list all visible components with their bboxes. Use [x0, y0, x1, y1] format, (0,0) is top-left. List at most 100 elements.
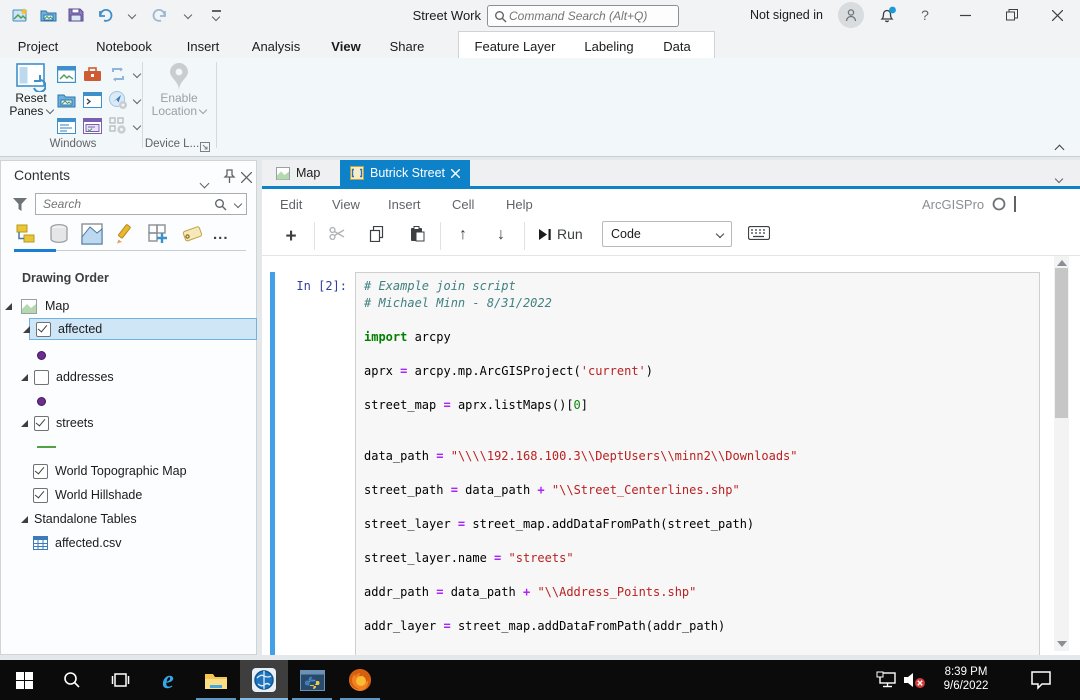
- move-cell-up-button[interactable]: ↑: [450, 226, 476, 244]
- ribbon-tab-view[interactable]: View: [326, 34, 366, 61]
- menu-cell[interactable]: Cell: [452, 197, 474, 212]
- expander-icon[interactable]: [23, 326, 30, 333]
- command-search-input[interactable]: [507, 8, 661, 24]
- pin-icon[interactable]: [223, 169, 236, 189]
- menu-edit[interactable]: Edit: [280, 197, 302, 212]
- tree-row-affected-csv[interactable]: affected.csv: [33, 533, 253, 553]
- firefox-button[interactable]: [336, 660, 384, 700]
- tab-list-chevron-icon[interactable]: [1056, 169, 1062, 187]
- contents-search-input[interactable]: [41, 196, 214, 212]
- cut-cell-button[interactable]: [324, 226, 350, 241]
- view-data-source-icon[interactable]: [48, 223, 70, 245]
- keyboard-shortcuts-button[interactable]: [744, 226, 774, 240]
- scroll-down-arrow[interactable]: [1057, 641, 1067, 647]
- close-pane-icon[interactable]: [241, 170, 252, 188]
- expander-icon[interactable]: [21, 420, 28, 427]
- search-options-icon[interactable]: [234, 200, 242, 208]
- undo-dropdown-icon[interactable]: [120, 4, 144, 26]
- tree-row-streets-symbol[interactable]: [37, 437, 56, 457]
- affected-visibility-checkbox[interactable]: [36, 322, 51, 337]
- reset-panes-button[interactable]: ResetPanes: [6, 62, 56, 118]
- streets-visibility-checkbox[interactable]: [34, 416, 49, 431]
- signin-status[interactable]: Not signed in: [750, 8, 823, 22]
- contents-pane-window-icon[interactable]: [56, 64, 76, 84]
- view-snapping-icon[interactable]: [147, 223, 169, 245]
- clock[interactable]: 8:39 PM 9/6/2022: [930, 665, 1002, 693]
- close-button[interactable]: [1040, 1, 1074, 29]
- tree-row-streets[interactable]: streets: [21, 413, 251, 433]
- redo-button[interactable]: [148, 4, 172, 26]
- expander-icon[interactable]: [21, 516, 28, 523]
- link-views-icon[interactable]: [108, 64, 128, 84]
- arcgis-pro-button[interactable]: [240, 660, 288, 700]
- contents-search-box[interactable]: [35, 193, 247, 215]
- close-tab-icon[interactable]: [451, 169, 460, 178]
- geoprocessing-toolbox-icon[interactable]: [82, 64, 102, 84]
- add-cell-button[interactable]: +: [278, 226, 304, 248]
- action-center-button[interactable]: [1030, 670, 1052, 695]
- dialog-launcher-icon[interactable]: [200, 139, 210, 157]
- scroll-up-arrow[interactable]: [1057, 260, 1067, 266]
- tree-row-addresses-symbol[interactable]: [37, 391, 46, 411]
- enable-location-button[interactable]: EnableLocation: [148, 62, 210, 118]
- restore-button[interactable]: [995, 1, 1029, 29]
- start-button[interactable]: [0, 660, 48, 700]
- ribbon-tab-share[interactable]: Share: [386, 34, 428, 58]
- cell-type-select[interactable]: Code: [602, 221, 732, 247]
- code-input[interactable]: # Example join script# Michael Minn - 8/…: [355, 272, 1040, 655]
- menu-help[interactable]: Help: [506, 197, 533, 212]
- tasks-icon[interactable]: [108, 90, 128, 110]
- file-explorer-button[interactable]: [192, 660, 240, 700]
- tab-map[interactable]: Map: [266, 160, 330, 186]
- vertical-scrollbar[interactable]: [1054, 256, 1069, 651]
- tree-row-map[interactable]: Map: [5, 296, 255, 316]
- ribbon-tab-analysis[interactable]: Analysis: [248, 34, 304, 58]
- expander-icon[interactable]: [5, 303, 12, 310]
- tree-row-standalone-tables[interactable]: Standalone Tables: [21, 509, 251, 529]
- dropdown-icon[interactable]: [133, 96, 141, 104]
- scrollbar-thumb[interactable]: [1055, 268, 1068, 418]
- layouts-icon[interactable]: [108, 116, 128, 136]
- ribbon-tab-notebook[interactable]: Notebook: [90, 34, 158, 58]
- more-views-button[interactable]: ...: [213, 226, 229, 243]
- view-selection-icon[interactable]: [81, 223, 103, 245]
- ribbon-tab-insert[interactable]: Insert: [180, 34, 226, 58]
- ribbon-tab-labeling[interactable]: Labeling: [581, 34, 637, 58]
- paste-cells-button[interactable]: [404, 226, 430, 242]
- taskbar-search-button[interactable]: [48, 660, 96, 700]
- save-icon[interactable]: [64, 4, 88, 26]
- python-idle-button[interactable]: [288, 660, 336, 700]
- redo-dropdown-icon[interactable]: [176, 4, 200, 26]
- internet-explorer-button[interactable]: e: [144, 660, 192, 700]
- new-project-icon[interactable]: [8, 4, 32, 26]
- filter-icon[interactable]: [12, 197, 28, 217]
- notifications-button[interactable]: [878, 6, 898, 29]
- code-cell[interactable]: In [2]: # Example join script# Michael M…: [270, 272, 1040, 655]
- menu-view[interactable]: View: [332, 197, 360, 212]
- run-button[interactable]: Run: [538, 226, 583, 242]
- avatar[interactable]: [838, 2, 864, 28]
- tree-row-addresses[interactable]: addresses: [21, 367, 251, 387]
- customize-quick-access-icon[interactable]: [204, 4, 228, 26]
- view-labeling-icon[interactable]: [180, 223, 202, 245]
- fields-view-icon[interactable]: [56, 116, 76, 136]
- command-search-box[interactable]: [487, 5, 679, 27]
- ribbon-tab-feature-layer[interactable]: Feature Layer: [473, 34, 557, 58]
- tree-row-world-hillshade[interactable]: World Hillshade: [33, 485, 253, 505]
- help-button[interactable]: ?: [908, 1, 942, 29]
- view-editing-icon[interactable]: [114, 223, 136, 245]
- undo-button[interactable]: [92, 4, 116, 26]
- ribbon-tab-data[interactable]: Data: [659, 34, 695, 58]
- volume-muted-tray-icon[interactable]: [903, 671, 927, 694]
- ribbon-tab-project[interactable]: Project: [10, 34, 66, 58]
- tree-row-affected[interactable]: affected: [29, 318, 257, 340]
- network-tray-icon[interactable]: [876, 671, 898, 694]
- topo-visibility-checkbox[interactable]: [33, 464, 48, 479]
- minimize-button[interactable]: [948, 1, 982, 29]
- tree-row-affected-symbol[interactable]: [37, 345, 46, 365]
- catalog-pane-icon[interactable]: [56, 90, 76, 110]
- pane-menu-chevron-icon[interactable]: [201, 174, 208, 192]
- move-cell-down-button[interactable]: ↓: [488, 226, 514, 244]
- view-drawing-order-icon[interactable]: [15, 223, 37, 245]
- report-view-icon[interactable]: [82, 116, 102, 136]
